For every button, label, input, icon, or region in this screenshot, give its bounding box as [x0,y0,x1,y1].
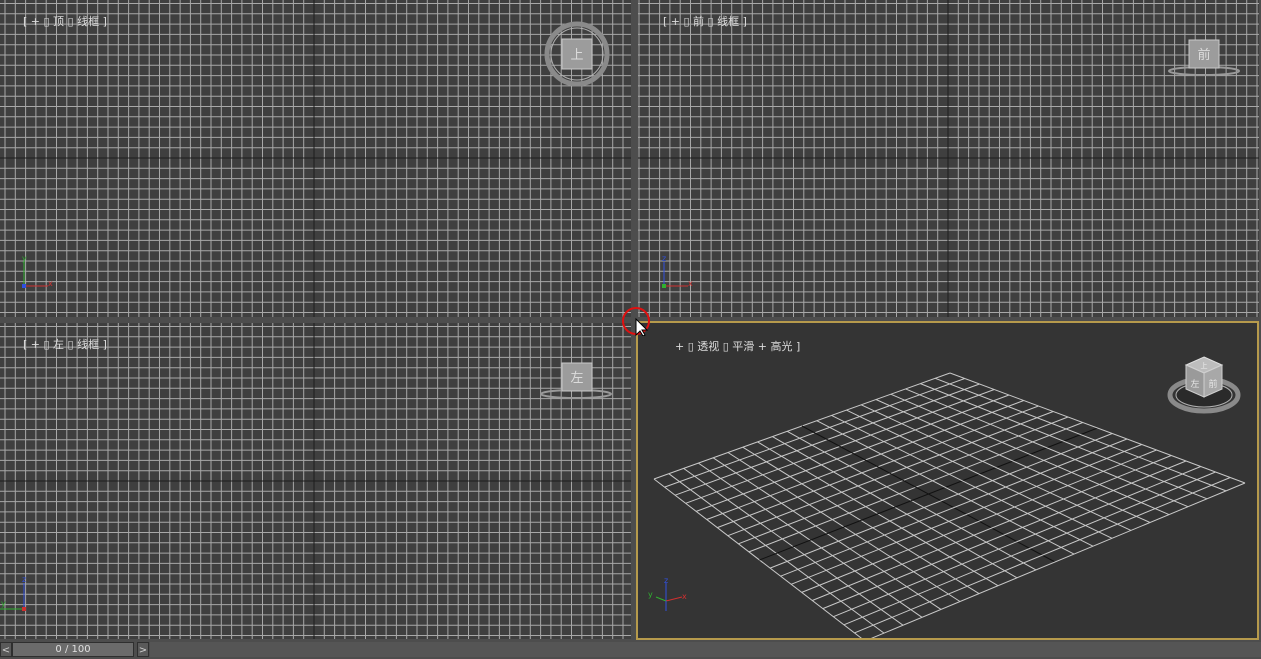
navcube-icon[interactable]: 前 [1166,36,1242,80]
time-slider[interactable]: 0 / 100 [12,642,134,657]
viewport-label-perspective: + ▯ 透视 ▯ 平滑 + 高光 ] [654,327,800,366]
label-sep: ▯ [64,338,78,351]
axis-y-label: y [648,590,653,599]
navcube-face-label: 上 [1201,361,1208,370]
axis-tripod-icon: z y x [648,577,687,611]
time-slider-bar: < 0 / 100 > [0,641,1261,659]
3dsmax-viewport-layout: [ + ▯ 顶 ▯ 线框 ] 上 y x [ + ▯ 前 ▯ 线框 ] 前 z … [0,0,1261,659]
viewport-front[interactable]: [ + ▯ 前 ▯ 线框 ] 前 z x [638,0,1259,317]
general-menu[interactable]: + [31,15,40,28]
point-of-view-menu[interactable]: 左 [53,338,64,351]
label-bracket: [ [22,338,31,351]
point-of-view-menu[interactable]: 透视 [697,340,719,353]
navcube-face-label: 前 [1208,378,1217,390]
axis-z-label: z [664,577,668,585]
navcube-icon[interactable]: 上 [543,20,611,88]
label-bracket: ] [792,340,801,353]
shading-menu[interactable]: 线框 [717,15,739,28]
navcube-face-label: 左 [1190,378,1199,390]
mouse-cursor-icon [622,307,650,336]
viewport-top[interactable]: [ + ▯ 顶 ▯ 线框 ] 上 y x [0,0,631,317]
navcube-face-label: 上 [570,48,583,63]
general-menu[interactable]: + [675,340,684,353]
axis-tripod-icon: y x [22,254,53,288]
prev-frame-button[interactable]: < [0,642,12,657]
grid-top [0,0,631,317]
label-bracket: ] [99,338,107,351]
label-bracket: [ [662,15,671,28]
shading-menu[interactable]: 线框 [77,338,99,351]
label-sep: ▯ [680,15,694,28]
viewport-label-top: [ + ▯ 顶 ▯ 线框 ] [2,2,107,41]
point-of-view-menu[interactable]: 前 [693,15,704,28]
general-menu[interactable]: + [671,15,680,28]
axis-tripod-icon: z x [662,254,693,288]
label-bracket: [ [22,15,31,28]
grid-left [0,323,631,639]
navcube-face-label: 前 [1197,47,1210,63]
label-sep: ▯ [40,338,54,351]
timeline-track[interactable] [150,642,1261,657]
viewport-left[interactable]: [ + ▯ 左 ▯ 线框 ] 左 z y [0,323,631,639]
label-sep: ▯ [64,15,78,28]
grid-line [843,471,1216,626]
label-bracket: ] [99,15,107,28]
axis-z-label: z [662,254,666,263]
grid-line [833,466,1201,618]
axis-x-label: x [48,279,53,288]
axis-y-label: y [1,599,6,608]
viewport-perspective[interactable]: + ▯ 透视 ▯ 平滑 + 高光 ] 上 左 前 z y x [636,321,1259,640]
axis-tripod-icon: z y [0,575,26,611]
navcube-face-label: 左 [570,371,583,386]
axis-x-label: x [688,279,693,288]
label-bracket: ] [739,15,747,28]
label-sep: ▯ [719,340,733,353]
grid-perspective [653,372,1246,638]
general-menu[interactable]: + [31,338,40,351]
label-sep: ▯ [40,15,54,28]
label-sep: ▯ [704,15,718,28]
shading-menu[interactable]: 平滑 + 高光 [732,340,792,353]
shading-menu[interactable]: 线框 [77,15,99,28]
navcube-icon[interactable]: 左 [538,359,614,403]
label-sep: ▯ [684,340,698,353]
axis-z-label: z [22,575,26,584]
next-frame-button[interactable]: > [137,642,149,657]
viewport-label-front: [ + ▯ 前 ▯ 线框 ] [642,2,747,41]
axis-x-label: x [682,592,687,601]
viewport-label-left: [ + ▯ 左 ▯ 线框 ] [2,325,107,364]
axis-y-label: y [22,254,27,263]
navcube-icon[interactable]: 上 左 前 [1166,351,1242,417]
point-of-view-menu[interactable]: 顶 [53,15,64,28]
